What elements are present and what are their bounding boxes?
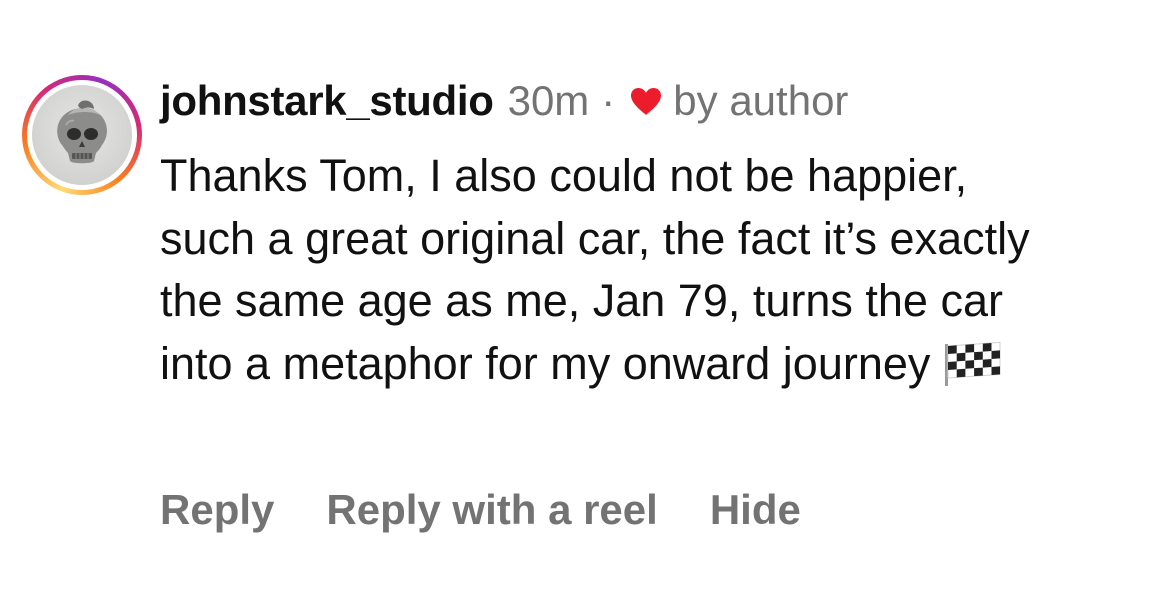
heart-icon bbox=[631, 88, 662, 115]
hide-button[interactable]: Hide bbox=[710, 486, 801, 534]
comment-header: johnstark_studio 30m · by author bbox=[160, 74, 848, 128]
skull-avatar-icon bbox=[57, 100, 107, 164]
reply-button[interactable]: Reply bbox=[160, 486, 274, 534]
username-link[interactable]: johnstark_studio bbox=[160, 77, 494, 125]
comment-text: Thanks Tom, I also could not be happier,… bbox=[160, 150, 1030, 389]
comment-timestamp[interactable]: 30m bbox=[508, 77, 590, 125]
comment-body: Thanks Tom, I also could not be happier,… bbox=[160, 145, 1060, 395]
avatar-story-ring[interactable] bbox=[22, 75, 142, 195]
liked-by-author-label: by author bbox=[673, 77, 849, 124]
avatar bbox=[32, 85, 132, 185]
checkered-flag-icon bbox=[945, 341, 1001, 386]
comment: johnstark_studio 30m · by author Thanks … bbox=[0, 0, 1170, 613]
reply-with-reel-button[interactable]: Reply with a reel bbox=[326, 486, 657, 534]
separator-dot: · bbox=[601, 77, 616, 124]
comment-actions: Reply Reply with a reel Hide bbox=[160, 482, 801, 538]
